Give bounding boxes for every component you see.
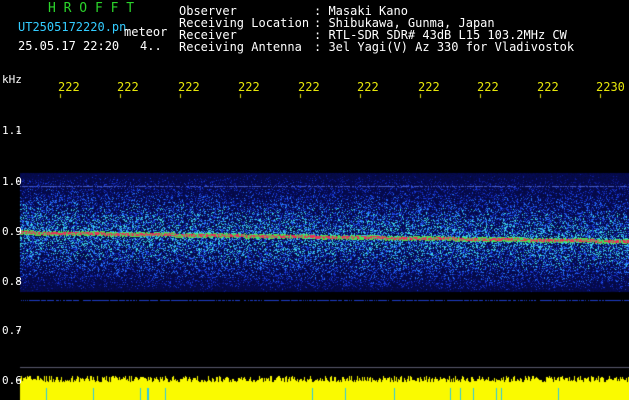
x-tick-label: 222 [537, 80, 559, 94]
x-tick-label: 222 [178, 80, 200, 94]
spectrogram-canvas [0, 0, 629, 400]
datetime: 25.05.17 22:20 [18, 39, 120, 53]
hrofft-screen: H R O F F T UT2505172220.pn meteor 25.05… [0, 0, 629, 400]
x-tick-label: 222 [298, 80, 320, 94]
y-tick-label: 0.6 [2, 374, 22, 387]
antenna-value: : 3el Yagi(V) Az 330 for Vladivostok [314, 40, 575, 54]
x-tick-label: 222 [418, 80, 440, 94]
x-tick-label: 222 [477, 80, 499, 94]
x-tick-label: 2230 [596, 80, 625, 94]
x-tick-label: 222 [238, 80, 260, 94]
x-tick-label: 222 [357, 80, 379, 94]
y-tick-label: 1.1 [2, 124, 22, 137]
meteor-label: meteor [124, 25, 168, 39]
y-axis-unit: kHz [2, 73, 22, 86]
y-tick-label: 0.8 [2, 275, 22, 288]
image-filename: UT2505172220.pn [18, 20, 127, 34]
y-tick-label: 0.7 [2, 324, 22, 337]
app-title: H R O F F T [48, 1, 135, 16]
y-tick-label: 0.9 [2, 225, 22, 238]
meteor-count: 4.. [140, 39, 162, 53]
antenna-label: Receiving Antenna [179, 40, 302, 54]
y-tick-label: 1.0 [2, 175, 22, 188]
x-tick-label: 222 [58, 80, 80, 94]
x-tick-label: 222 [117, 80, 139, 94]
